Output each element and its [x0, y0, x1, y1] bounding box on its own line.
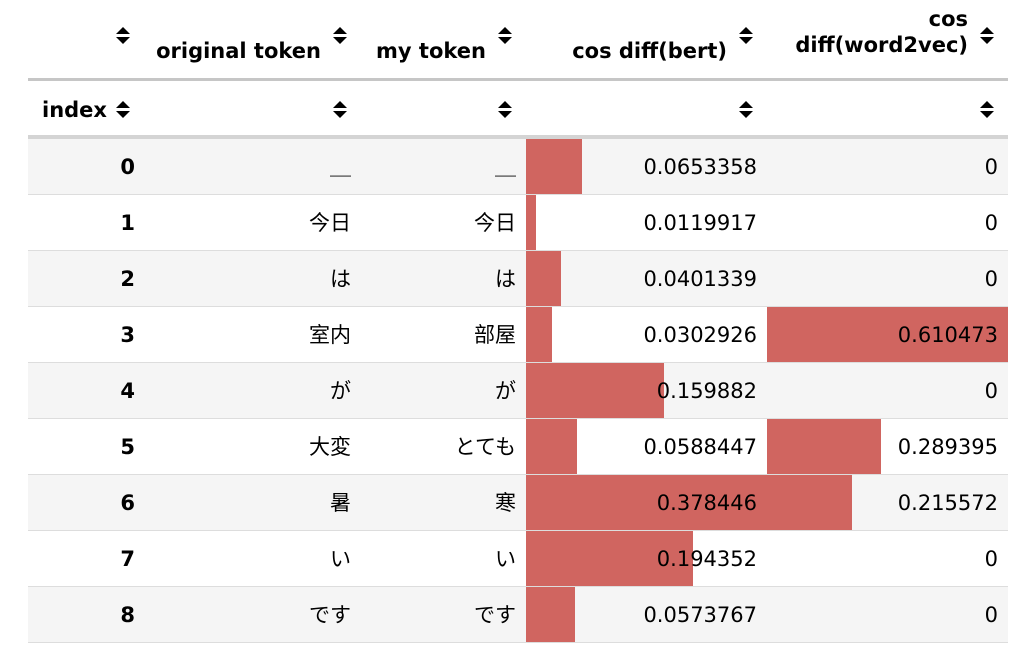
sort-cos-diff-word2vec-subheader-icon[interactable]	[979, 100, 995, 120]
table-row	[28, 531, 1008, 587]
my-token-cell: は	[495, 267, 516, 291]
my-token-cell: 今日	[474, 211, 516, 235]
header-original-token: original token	[156, 39, 321, 63]
cos-diff-bert-cell: 0.0302926	[643, 323, 757, 347]
header-cos-diff-word2vec: cos diff(word2vec)	[795, 6, 968, 58]
cos-diff-word2vec-cell: 0	[984, 547, 998, 571]
row-divider	[28, 642, 1008, 643]
cos-diff-bert-cell: 0.0401339	[643, 267, 757, 291]
original-token-cell: が	[330, 379, 351, 403]
sort-index-icon[interactable]	[115, 100, 131, 120]
sort-index-header-icon[interactable]	[115, 26, 131, 46]
table-row	[28, 139, 1008, 195]
original-token-cell: 今日	[309, 211, 351, 235]
word2vec-bar	[767, 475, 852, 531]
my-token-cell: ＿	[495, 155, 516, 179]
table-row	[28, 475, 1008, 531]
table-row	[28, 587, 1008, 643]
original-token-cell: ＿	[330, 155, 351, 179]
cos-diff-word2vec-cell: 0	[984, 211, 998, 235]
row-index: 4	[120, 379, 135, 403]
index-name-label: index	[42, 98, 107, 122]
my-token-cell: い	[495, 547, 516, 571]
cos-diff-word2vec-cell: 0	[984, 155, 998, 179]
sort-original-token-subheader-icon[interactable]	[332, 100, 348, 120]
original-token-cell: 室内	[309, 323, 351, 347]
sort-cos-diff-bert-icon[interactable]	[738, 26, 754, 46]
sort-my-token-subheader-icon[interactable]	[497, 100, 513, 120]
row-index: 2	[120, 267, 135, 291]
bert-bar	[526, 363, 664, 419]
header-divider	[28, 78, 1008, 81]
header-my-token: my token	[376, 39, 486, 63]
my-token-cell: が	[495, 379, 516, 403]
cos-diff-word2vec-cell: 0	[984, 379, 998, 403]
cos-diff-word2vec-cell: 0.215572	[897, 491, 998, 515]
cos-diff-bert-cell: 0.378446	[656, 491, 757, 515]
my-token-cell: 部屋	[474, 323, 516, 347]
bert-bar	[526, 139, 582, 195]
cos-diff-bert-cell: 0.0119917	[643, 211, 757, 235]
original-token-cell: です	[309, 603, 351, 627]
row-index: 3	[120, 323, 135, 347]
table-row	[28, 251, 1008, 307]
cos-diff-word2vec-cell: 0.610473	[897, 323, 998, 347]
my-token-cell: です	[474, 603, 516, 627]
row-index: 8	[120, 603, 135, 627]
original-token-cell: い	[330, 547, 351, 571]
sort-cos-diff-bert-subheader-icon[interactable]	[738, 100, 754, 120]
bert-bar	[526, 419, 577, 475]
header-cos-diff-word2vec-line2: diff(word2vec)	[795, 33, 968, 57]
my-token-cell: 寒	[495, 491, 516, 515]
header-cos-diff-word2vec-line1: cos	[928, 7, 968, 31]
cos-diff-word2vec-cell: 0.289395	[897, 435, 998, 459]
original-token-cell: 大変	[309, 435, 351, 459]
table-row	[28, 195, 1008, 251]
cos-diff-bert-cell: 0.194352	[656, 547, 757, 571]
row-index: 0	[120, 155, 135, 179]
sort-original-token-icon[interactable]	[332, 26, 348, 46]
bert-bar	[526, 195, 536, 251]
sort-cos-diff-word2vec-icon[interactable]	[979, 26, 995, 46]
row-index: 1	[120, 211, 135, 235]
cos-diff-bert-cell: 0.159882	[656, 379, 757, 403]
sort-my-token-icon[interactable]	[497, 26, 513, 46]
cos-diff-bert-cell: 0.0573767	[643, 603, 757, 627]
row-index: 6	[120, 491, 135, 515]
bert-bar	[526, 307, 552, 363]
cos-diff-word2vec-cell: 0	[984, 603, 998, 627]
cos-diff-bert-cell: 0.0588447	[643, 435, 757, 459]
cos-diff-word2vec-cell: 0	[984, 267, 998, 291]
header-cos-diff-bert: cos diff(bert)	[572, 39, 727, 63]
bert-bar	[526, 251, 561, 307]
bert-bar	[526, 587, 575, 643]
original-token-cell: は	[330, 267, 351, 291]
table-row	[28, 363, 1008, 419]
original-token-cell: 暑	[330, 491, 351, 515]
cos-diff-bert-cell: 0.0653358	[643, 155, 757, 179]
my-token-cell: とても	[454, 435, 516, 459]
word2vec-bar	[767, 419, 881, 475]
row-index: 5	[120, 435, 135, 459]
row-index: 7	[120, 547, 135, 571]
